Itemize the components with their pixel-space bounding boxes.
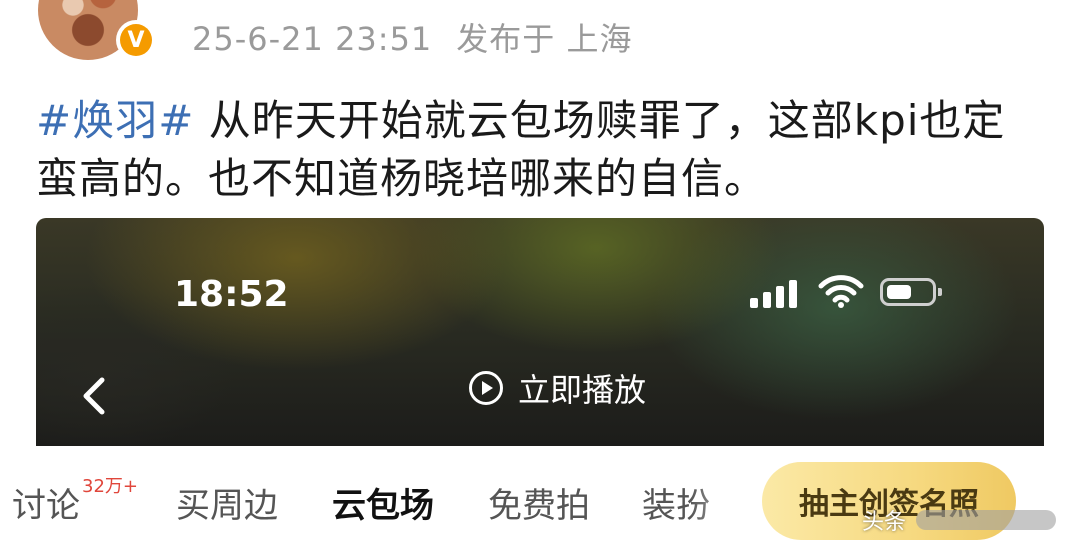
post-text-line2: 蛮高的。也不知道杨晓培哪来的自信。 xyxy=(36,154,768,203)
post-timestamp: 25-6-21 23:51 xyxy=(192,20,433,58)
verified-badge-icon: V xyxy=(116,20,156,60)
post-location: 发布于 上海 xyxy=(456,20,633,58)
play-circle-icon xyxy=(469,371,503,405)
tab-free-photo[interactable]: 免费拍 xyxy=(488,478,590,527)
tab-cloud-screening[interactable]: 云包场 xyxy=(332,478,434,527)
watermark-blurred-name xyxy=(916,510,1057,530)
watermark: 头条 xyxy=(862,500,1057,540)
play-now-label: 立即播放 xyxy=(518,371,647,409)
back-chevron-icon[interactable] xyxy=(80,376,108,416)
discussion-count-badge: 32万+ xyxy=(82,476,138,497)
battery-icon xyxy=(880,278,942,306)
video-preview[interactable]: 18:52 立即播放 xyxy=(36,218,1044,446)
status-bar-time: 18:52 xyxy=(174,274,289,315)
hashtag-link[interactable]: #焕羽# xyxy=(36,96,194,145)
wifi-icon xyxy=(818,275,864,308)
post-text: #焕羽# 从昨天开始就云包场赎罪了，这部kpi也定 蛮高的。也不知道杨晓培哪来的… xyxy=(36,92,1046,208)
post-meta: 25-6-21 23:51 发布于 上海 xyxy=(192,14,632,60)
play-now-button[interactable]: 立即播放 xyxy=(468,368,647,409)
post-text-line1: 从昨天开始就云包场赎罪了，这部kpi也定 xyxy=(194,96,1006,145)
tab-discussion[interactable]: 讨论 xyxy=(4,478,80,527)
tab-merch[interactable]: 买周边 xyxy=(176,478,278,527)
verified-badge-letter: V xyxy=(120,24,152,56)
watermark-brand: 头条 xyxy=(862,510,907,535)
signal-icon xyxy=(750,278,802,308)
